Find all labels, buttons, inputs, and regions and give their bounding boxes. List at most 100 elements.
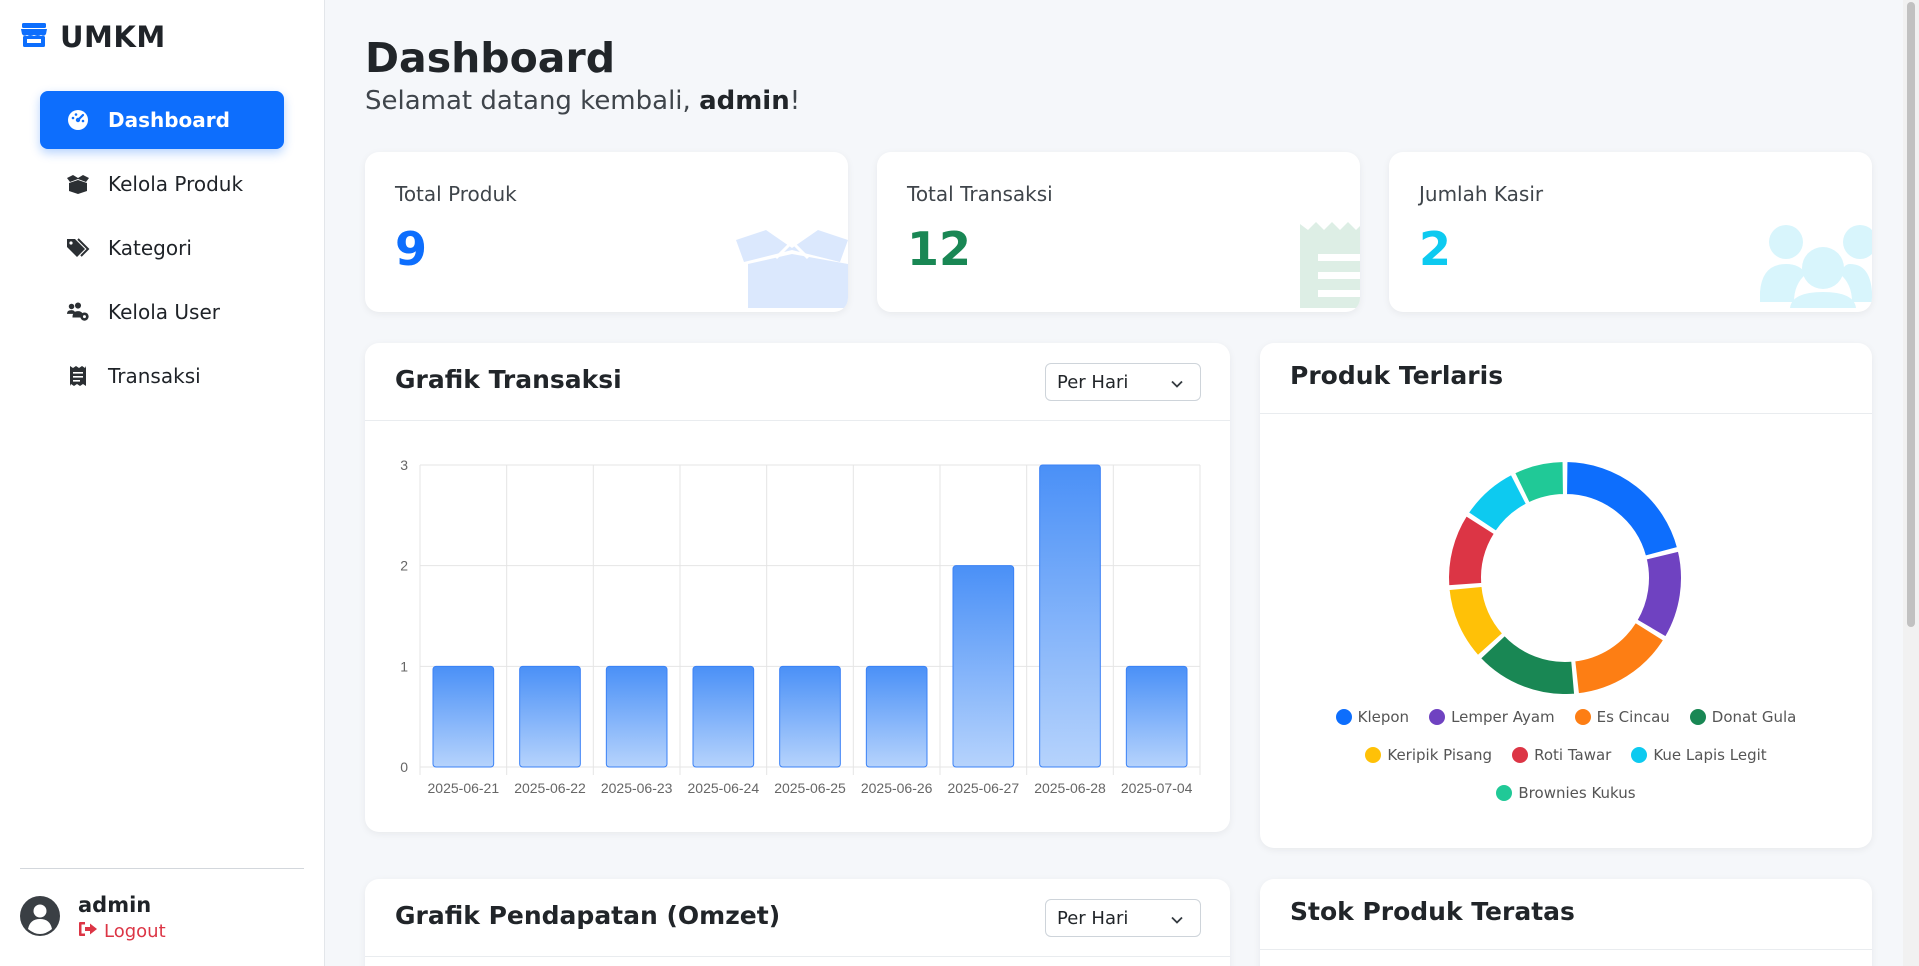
legend-item[interactable]: Roti Tawar [1512, 746, 1611, 764]
card-title: Grafik Pendapatan (Omzet) [395, 901, 781, 930]
users-icon [1760, 222, 1872, 312]
sidebar-item-label: Dashboard [108, 108, 230, 132]
donut-slice[interactable] [1478, 633, 1577, 694]
y-tick-label: 1 [400, 658, 408, 674]
x-tick-label: 2025-06-25 [774, 780, 846, 796]
logout-link[interactable]: Logout [78, 921, 166, 942]
period-select[interactable]: Per Hari [1045, 363, 1201, 401]
stat-card-total-transaksi: Total Transaksi 12 [877, 152, 1360, 312]
stat-value: 2 [1419, 222, 1452, 276]
sidebar-item-label: Transaksi [108, 364, 201, 388]
sidebar-item-transaksi[interactable]: Transaksi [40, 347, 284, 405]
chart-legend: Klepon Lemper Ayam Es Cincau Donat Gula … [1260, 708, 1872, 822]
legend-label: Es Cincau [1596, 708, 1670, 726]
bar[interactable] [605, 665, 668, 768]
legend-swatch [1429, 709, 1446, 725]
avatar[interactable] [20, 895, 60, 940]
legend-item[interactable]: Lemper Ayam [1429, 708, 1555, 726]
legend-item[interactable]: Brownies Kukus [1496, 784, 1636, 802]
legend-item[interactable]: Keripik Pisang [1365, 746, 1492, 764]
logout-label: Logout [104, 921, 166, 942]
legend-swatch [1496, 785, 1513, 801]
bar[interactable] [865, 665, 928, 768]
transaction-bar-chart: 0 1 2 3 2025-06-21 2025-06-22 2025-06-23 2025-0… [400, 457, 1201, 796]
tags-icon [66, 236, 90, 260]
legend-label: Kue Lapis Legit [1653, 746, 1767, 764]
card-title: Produk Terlaris [1290, 361, 1504, 390]
stat-label: Total Produk [395, 182, 517, 206]
x-tick-label: 2025-06-21 [428, 780, 500, 796]
welcome-user: admin [699, 86, 790, 116]
legend-swatch [1631, 747, 1648, 763]
donut-slice[interactable] [1635, 549, 1683, 639]
legend-row: Klepon Lemper Ayam Es Cincau Donat Gula [1260, 708, 1872, 726]
user-name: admin [78, 893, 152, 917]
page-title: Dashboard [365, 34, 616, 82]
welcome-prefix: Selamat datang kembali, [365, 86, 700, 116]
period-select-value: Per Hari [1057, 371, 1129, 393]
card-header: Produk Terlaris [1260, 343, 1872, 414]
gauge-icon [66, 108, 90, 132]
y-tick-label: 3 [400, 457, 408, 473]
sidebar-item-kelola-user[interactable]: Kelola User [40, 283, 284, 341]
card-title: Stok Produk Teratas [1290, 897, 1575, 926]
bar[interactable] [1125, 665, 1188, 768]
bar[interactable] [432, 665, 495, 768]
welcome-text: Selamat datang kembali, admin! [365, 86, 800, 116]
card-header: Grafik Transaksi Per Hari [365, 343, 1230, 421]
sidebar-item-label: Kelola User [108, 300, 220, 324]
legend-swatch [1365, 747, 1382, 763]
bar[interactable] [519, 665, 581, 768]
bar[interactable] [779, 665, 841, 768]
sidebar-nav: Dashboard Kelola Produk Kategori Kelola … [40, 91, 284, 411]
sidebar-item-kelola-produk[interactable]: Kelola Produk [40, 155, 284, 213]
chevron-down-icon [1170, 375, 1184, 396]
sidebar-item-label: Kelola Produk [108, 172, 244, 196]
brand[interactable]: UMKM [20, 20, 166, 54]
box-open-icon [736, 228, 848, 312]
bar[interactable] [692, 665, 755, 768]
sidebar-item-dashboard[interactable]: Dashboard [40, 91, 284, 149]
stat-card-jumlah-kasir: Jumlah Kasir 2 [1389, 152, 1872, 312]
bar[interactable] [1039, 464, 1101, 768]
legend-item[interactable]: Klepon [1335, 708, 1409, 726]
welcome-suffix: ! [789, 86, 801, 116]
scrollbar-thumb[interactable] [1907, 2, 1915, 627]
donut-slice[interactable] [1565, 459, 1680, 558]
stat-label: Total Transaksi [907, 182, 1053, 206]
legend-item[interactable]: Donat Gula [1689, 708, 1796, 726]
card-header: Grafik Pendapatan (Omzet) Per Hari [365, 879, 1230, 957]
stock-card: Stok Produk Teratas [1260, 879, 1872, 966]
x-tick-label: 2025-06-28 [1034, 780, 1106, 796]
x-tick-label: 2025-06-26 [861, 780, 933, 796]
bar[interactable] [952, 565, 1015, 768]
legend-label: Brownies Kukus [1518, 784, 1636, 802]
sign-out-icon [78, 921, 98, 942]
brand-name: UMKM [60, 20, 166, 54]
legend-swatch [1512, 747, 1529, 763]
stat-value: 9 [395, 222, 428, 276]
user-box: admin Logout [20, 893, 166, 942]
stat-value: 12 [907, 222, 972, 276]
legend-swatch [1574, 709, 1591, 725]
legend-item[interactable]: Kue Lapis Legit [1631, 746, 1767, 764]
page-scrollbar[interactable] [1903, 0, 1919, 966]
x-tick-label: 2025-06-22 [514, 780, 586, 796]
receipt-icon [66, 364, 90, 388]
bestseller-donut-chart [1447, 459, 1683, 694]
legend-item[interactable]: Es Cincau [1574, 708, 1670, 726]
users-gear-icon [66, 300, 90, 324]
sidebar-divider [20, 868, 304, 869]
box-open-icon [66, 172, 90, 196]
period-select[interactable]: Per Hari [1045, 899, 1201, 937]
chevron-down-icon [1170, 911, 1184, 932]
sidebar-item-label: Kategori [108, 236, 192, 260]
sidebar-item-kategori[interactable]: Kategori [40, 219, 284, 277]
sidebar: UMKM Dashboard Kelola Produk Kategori Ke… [0, 0, 325, 966]
stat-label: Jumlah Kasir [1419, 182, 1544, 206]
legend-label: Lemper Ayam [1451, 708, 1555, 726]
period-select-value: Per Hari [1057, 907, 1129, 929]
donut-slice[interactable] [1573, 620, 1666, 694]
legend-label: Roti Tawar [1534, 746, 1612, 764]
store-icon [20, 22, 48, 52]
